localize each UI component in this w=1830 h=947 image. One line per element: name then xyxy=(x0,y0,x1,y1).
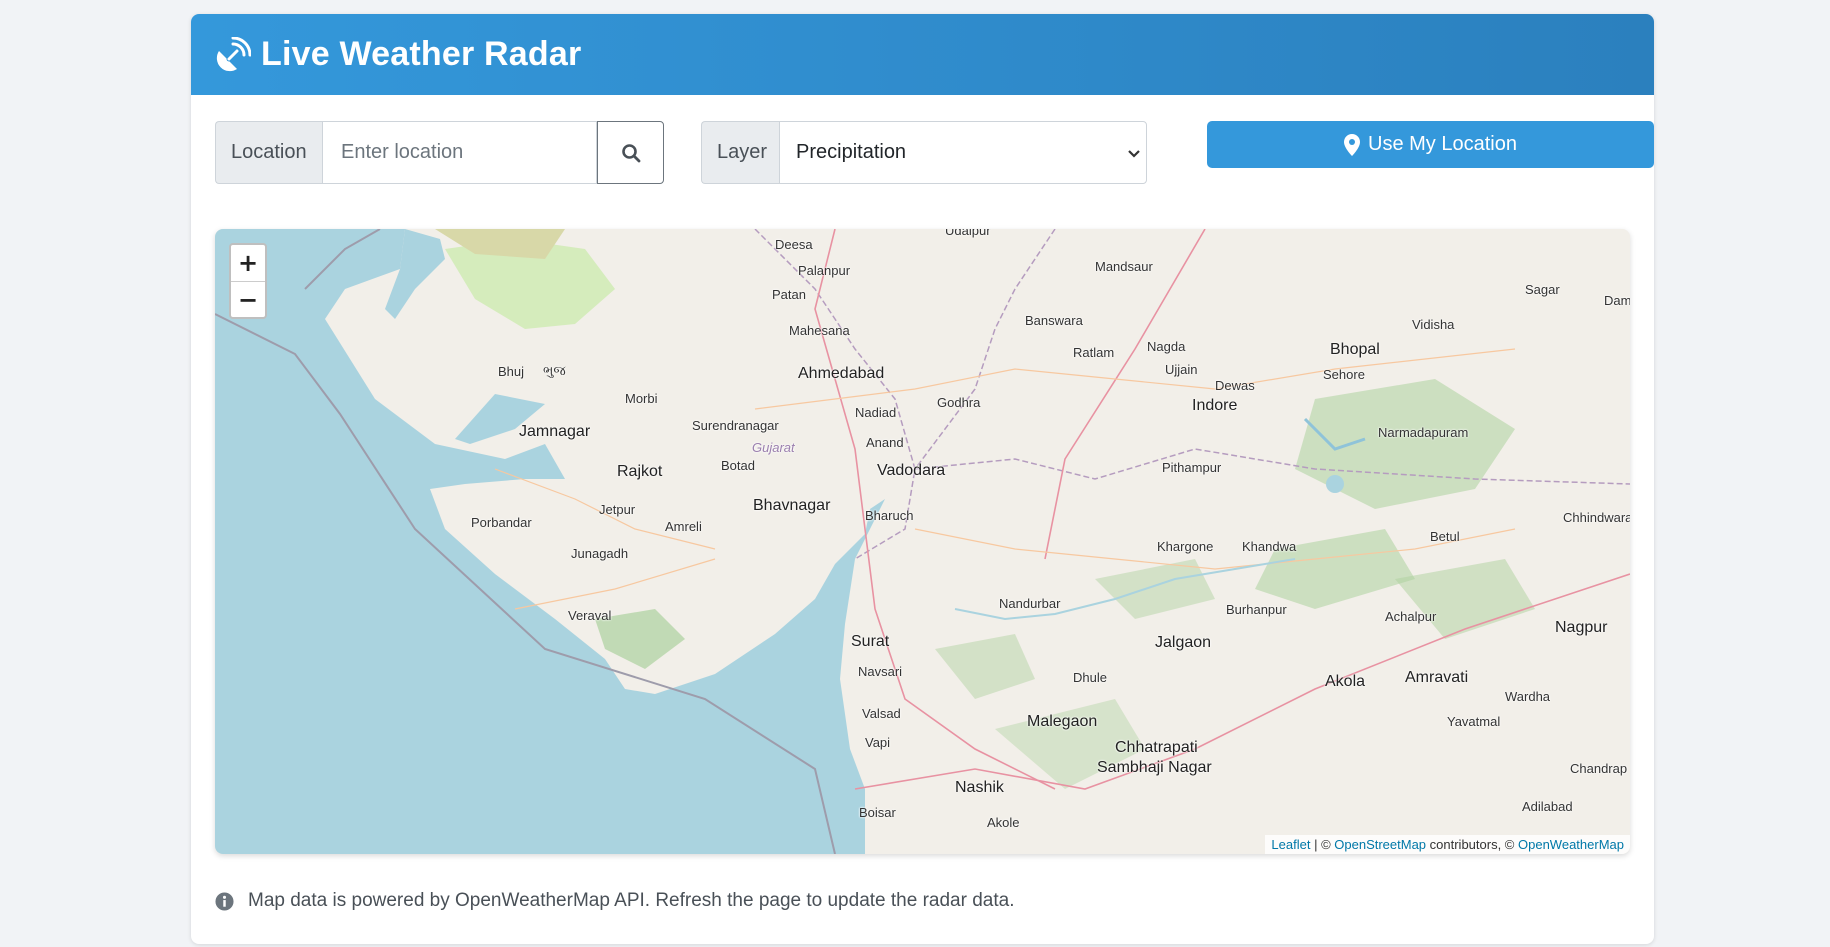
map-label: Indore xyxy=(1192,397,1238,414)
map-label: ભુજ xyxy=(543,363,566,378)
map-label: Wardha xyxy=(1505,689,1551,704)
map-label: Ujjain xyxy=(1165,362,1198,377)
map-label: Porbandar xyxy=(471,515,532,530)
map-label: Godhra xyxy=(937,395,981,410)
location-input-group: Location Enter location xyxy=(215,121,664,184)
leaflet-link[interactable]: Leaflet xyxy=(1271,837,1310,852)
map-label: Narmadapuram xyxy=(1378,425,1469,440)
controls-row: Location Enter location Layer Precipitat… xyxy=(215,121,1654,184)
map-label: Amravati xyxy=(1405,669,1469,686)
search-button[interactable] xyxy=(597,121,664,184)
map-label: Khandwa xyxy=(1242,539,1297,554)
info-text: Map data is powered by OpenWeatherMap AP… xyxy=(248,890,1015,911)
card-header: Live Weather Radar xyxy=(191,14,1654,95)
map-label: Nagpur xyxy=(1555,619,1608,636)
map-label: Anand xyxy=(866,435,904,450)
location-input[interactable]: Enter location xyxy=(322,121,597,184)
map-label: Nagda xyxy=(1147,339,1186,354)
map-label: Rajkot xyxy=(617,463,663,480)
map-label: Bhopal xyxy=(1330,341,1380,358)
zoom-out-button[interactable]: − xyxy=(231,281,265,317)
map-label: Ratlam xyxy=(1073,345,1115,360)
map-label: Surat xyxy=(851,633,890,650)
info-circle-icon xyxy=(215,891,234,911)
map-label: Bhuj xyxy=(498,364,525,379)
map-label: Dewas xyxy=(1215,378,1255,393)
map-attribution: Leaflet | © OpenStreetMap contributors, … xyxy=(1265,835,1630,854)
map-label: Valsad xyxy=(862,706,901,721)
map-label: Mahesana xyxy=(789,323,850,338)
location-label: Location xyxy=(215,121,322,184)
chevron-down-icon xyxy=(1128,149,1140,158)
map-label: Nashik xyxy=(955,779,1004,796)
map-label: Sambhaji Nagar xyxy=(1097,759,1212,776)
map-label: Achalpur xyxy=(1385,609,1437,624)
layer-selected-value: Precipitation xyxy=(796,141,907,163)
map-label: Palanpur xyxy=(798,263,851,278)
map-label: Patan xyxy=(772,287,806,302)
map-label: Veraval xyxy=(568,608,612,623)
satellite-dish-icon xyxy=(216,36,251,71)
map-label: Dam xyxy=(1604,293,1630,308)
map-label: Surendranagar xyxy=(692,418,779,433)
map-label: Akole xyxy=(987,815,1020,830)
zoom-control: + − xyxy=(229,243,267,319)
map-label: Khargone xyxy=(1157,539,1214,554)
map-label: Vapi xyxy=(865,735,891,750)
map-label: Udaipur xyxy=(945,229,991,238)
map-label: Chhindwara xyxy=(1563,510,1630,525)
map-label: Malegaon xyxy=(1027,713,1098,730)
map-label: Banswara xyxy=(1025,313,1083,328)
map-label: Burhanpur xyxy=(1226,602,1287,617)
page-title: Live Weather Radar xyxy=(261,35,582,73)
map-label: Deesa xyxy=(775,237,813,252)
attribution-separator: | © xyxy=(1310,837,1335,852)
map-label: Sagar xyxy=(1525,282,1560,297)
map-label: Akola xyxy=(1325,673,1366,690)
search-icon xyxy=(621,143,640,162)
attribution-text: contributors, © xyxy=(1426,837,1518,852)
use-my-location-button[interactable]: Use My Location xyxy=(1207,121,1654,168)
map-label: Pithampur xyxy=(1162,460,1222,475)
map-label: Morbi xyxy=(625,391,658,406)
location-placeholder: Enter location xyxy=(341,141,464,163)
map-label: Chandrap xyxy=(1570,761,1628,776)
radar-card: Live Weather Radar Location Enter locati… xyxy=(191,14,1654,944)
map-label: Yavatmal xyxy=(1447,714,1501,729)
map-label: Adilabad xyxy=(1522,799,1573,814)
map-label: Boisar xyxy=(859,805,896,820)
map-label: Jalgaon xyxy=(1155,634,1212,651)
map-label: Jetpur xyxy=(599,502,636,517)
map-label: Mandsaur xyxy=(1095,259,1153,274)
map-label: Vidisha xyxy=(1412,317,1455,332)
layer-input-group: Layer Precipitation xyxy=(701,121,1147,184)
map-label: Nadiad xyxy=(855,405,897,420)
map-label: Bhavnagar xyxy=(753,497,831,514)
map-label: Junagadh xyxy=(571,546,629,561)
map-label: Sehore xyxy=(1323,367,1365,382)
zoom-in-button[interactable]: + xyxy=(231,245,265,281)
map-label: Nandurbar xyxy=(999,596,1061,611)
map-label: Dhule xyxy=(1073,670,1107,685)
map-label: Gujarat xyxy=(752,440,795,455)
map-label: Chhatrapati xyxy=(1115,739,1198,756)
use-my-location-label: Use My Location xyxy=(1368,133,1517,155)
map-label: Ahmedabad xyxy=(798,365,885,382)
layer-select[interactable]: Precipitation xyxy=(779,121,1147,184)
openweathermap-link[interactable]: OpenWeatherMap xyxy=(1518,837,1624,852)
weather-map[interactable]: Deesa Palanpur Patan Mahesana Udaipur Ma… xyxy=(215,229,1630,854)
map-label: Vadodara xyxy=(877,462,946,479)
info-note: Map data is powered by OpenWeatherMap AP… xyxy=(215,890,1014,912)
map-label: Bharuch xyxy=(865,508,914,523)
map-label: Jamnagar xyxy=(519,423,591,440)
map-marker-icon xyxy=(1344,133,1361,156)
openstreetmap-link[interactable]: OpenStreetMap xyxy=(1334,837,1426,852)
layer-label: Layer xyxy=(701,121,779,184)
map-label: Botad xyxy=(721,458,755,473)
map-label: Navsari xyxy=(858,664,903,679)
map-label: Amreli xyxy=(665,519,702,534)
map-label: Betul xyxy=(1430,529,1460,544)
